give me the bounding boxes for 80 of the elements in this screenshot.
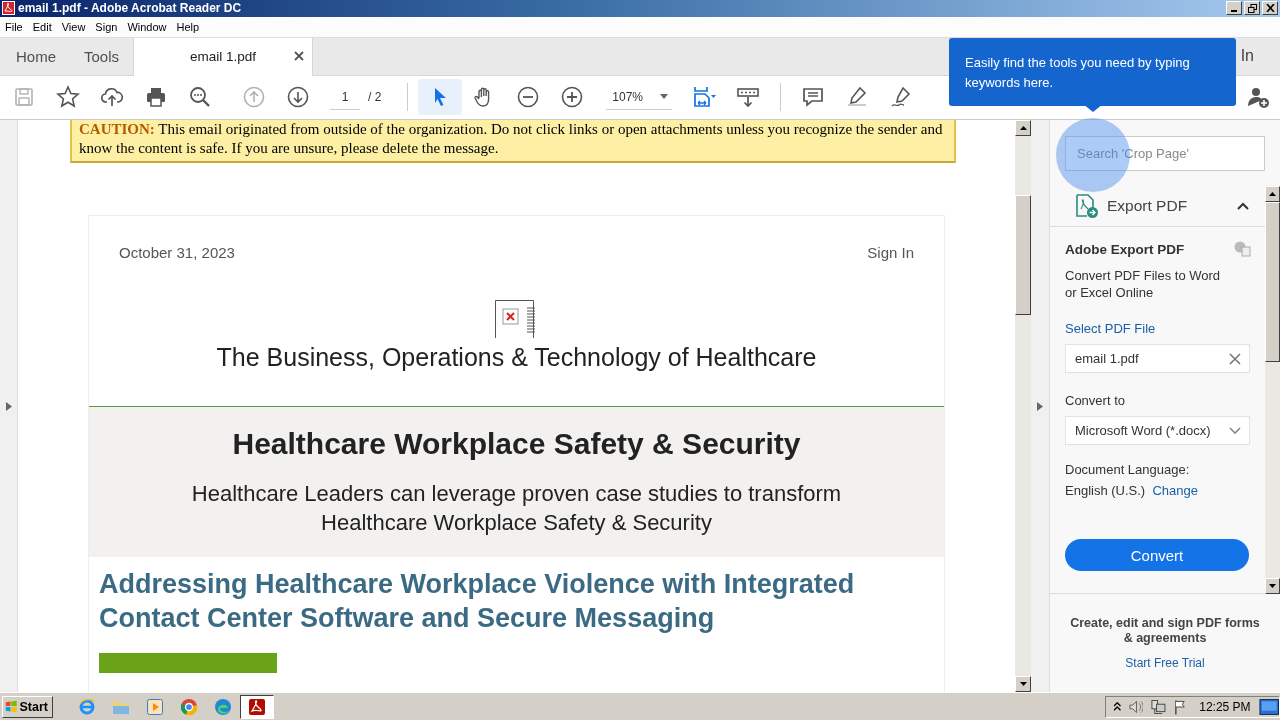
menu-item[interactable]: View [56,20,91,33]
menu-item[interactable]: Help [171,20,205,33]
sign-in-link[interactable]: In [1240,47,1254,66]
speaker-icon[interactable] [1128,699,1144,714]
zoom-dropdown[interactable]: 107% [606,84,673,111]
window-title: email 1.pdf - Adobe Acrobat Reader DC [18,1,243,16]
tab[interactable]: Tools [70,37,134,75]
pdf-app-icon [248,697,266,716]
toolbar-button[interactable] [418,79,463,116]
close-button[interactable] [1262,1,1278,16]
add-person-icon [1246,85,1270,110]
vertical-scrollbar[interactable] [1265,186,1280,595]
select-file-link[interactable]: Select PDF File [1065,321,1265,337]
email-date: October 31, 2023 [119,244,235,262]
call-to-action-button[interactable] [99,653,277,674]
format-dropdown[interactable]: Microsoft Word (*.docx) [1065,416,1250,446]
scroll-up-icon[interactable] [1019,126,1027,131]
export-file-icon [1075,194,1099,219]
promo-text: Create, edit and sign PDF forms & agreements [1069,615,1261,647]
article-title: Addressing Healthcare Workplace Violence with Integrated Contact Center Software and Secure Messaging [98,568,856,636]
star-icon [56,85,80,110]
close-icon[interactable] [292,48,307,63]
scroll-thumb[interactable] [1015,195,1031,316]
printer-icon [144,85,168,110]
expand-arrow-icon[interactable] [5,401,12,411]
menu-item[interactable]: File [0,20,28,33]
panel-title: Adobe Export PDF [1065,241,1185,257]
caution-banner: CAUTION: This email originated from outside of the organization. Do not click links or open attachments unless you recognize the sender and know the content is safe. If you are unsure, please delete the message. [70,120,956,164]
tooltip-pointer [1083,104,1103,112]
expand-arrow-icon[interactable] [1037,401,1043,411]
chevron-icon[interactable] [1237,202,1249,211]
restore-icon [1247,3,1257,13]
caret-icon [660,94,669,100]
menu-item[interactable]: Sign [90,20,123,33]
file-field[interactable]: email 1.pdf [1065,344,1250,374]
app-icon [2,1,15,16]
free-trial-link[interactable]: Start Free Trial [1125,656,1205,671]
vertical-scrollbar[interactable] [1015,120,1031,693]
browser-icon [78,697,96,716]
clear-icon[interactable] [1229,352,1241,365]
tool-name: Export PDF [1107,197,1189,216]
field-label: Convert to [1065,393,1126,409]
zoom-out-icon [516,85,541,110]
chevron-icon [1229,426,1241,435]
field-label: Document Language: [1065,461,1191,480]
show-desktop-icon[interactable] [1258,696,1279,717]
scroll-mode-icon [736,85,761,110]
close-icon [1265,4,1275,13]
minimize-button[interactable] [1226,1,1242,16]
change-link[interactable]: Change [1152,483,1198,499]
tab[interactable]: email 1.pdf [133,37,314,76]
browser-icon [180,697,198,716]
scroll-up-icon[interactable] [1269,192,1276,197]
chevron-up-icon[interactable] [1114,702,1121,712]
page-count: / 2 [368,90,382,105]
panel-description: Convert PDF Files to Word or Excel Online [1065,267,1222,302]
fit-page-icon [692,85,717,110]
sign-in-link[interactable]: Sign In [867,244,914,262]
clock: 12:25 PM [1199,699,1251,714]
hero-title: Healthcare Workplace Safety & Security [231,427,802,462]
broken-image-icon [495,300,538,339]
scroll-thumb[interactable] [1265,202,1280,363]
zoom-in-icon [560,85,585,110]
media-player-icon [146,697,164,716]
flag-icon[interactable] [1174,698,1188,715]
network-icon[interactable] [1151,698,1167,715]
taskbar-app[interactable] [240,694,274,719]
language-value: English (U.S.) [1065,483,1146,499]
convert-button[interactable]: Convert [1065,539,1249,572]
windows-logo-icon [5,699,18,715]
hero-subtitle: Healthcare Leaders can leverage proven case studies to transform Healthcare Workplace Safety & Security [190,480,843,538]
tab[interactable]: Home [2,37,70,75]
restore-button[interactable] [1244,1,1260,16]
start-button[interactable]: Start [2,695,53,718]
scroll-down-icon[interactable] [1019,682,1027,687]
scroll-down-icon[interactable] [1269,584,1276,589]
menu-item[interactable]: Window [122,20,172,33]
tooltip: Easily find the tools you need by typing keywords here. [949,38,1236,106]
menu-item[interactable]: Edit [27,20,57,33]
browser-icon [214,697,232,716]
